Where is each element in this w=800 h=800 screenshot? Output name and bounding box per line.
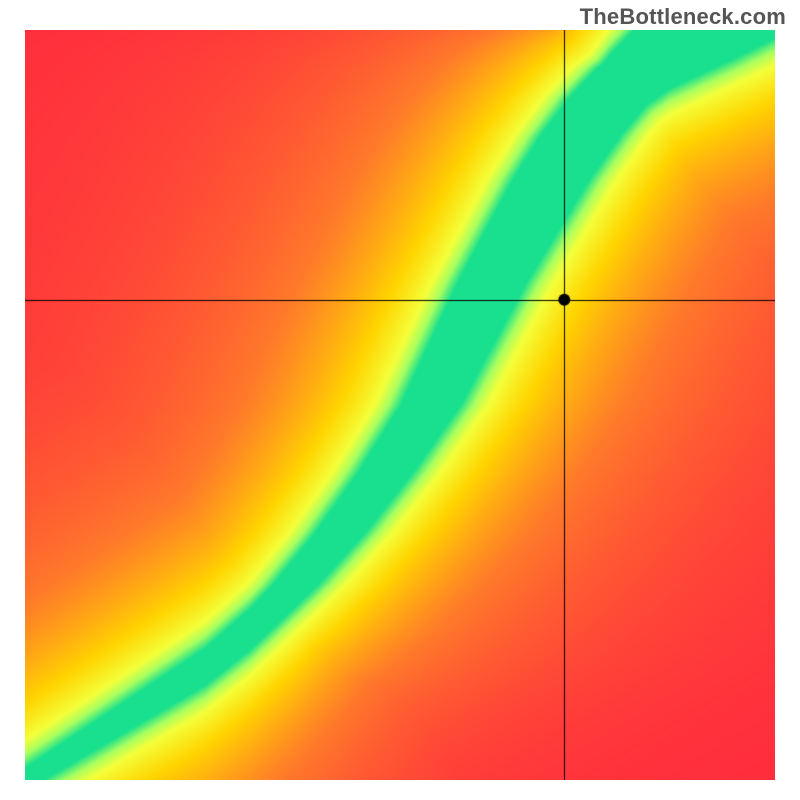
overlay-canvas (25, 30, 775, 780)
watermark: TheBottleneck.com (580, 4, 786, 30)
chart-container: TheBottleneck.com (0, 0, 800, 800)
